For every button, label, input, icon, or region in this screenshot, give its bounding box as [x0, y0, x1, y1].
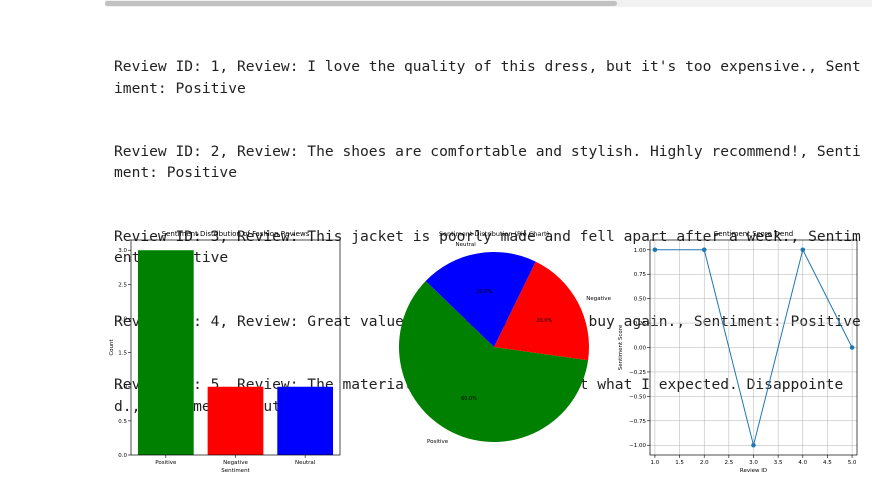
y-tick-label: 0.0: [118, 453, 127, 459]
charts-figure: Sentiment Distribution of Fashion Review…: [109, 230, 858, 474]
y-tick-label: 2.5: [118, 282, 127, 288]
bar-neutral: [277, 386, 334, 455]
pie-pct-label: 60.0%: [461, 396, 477, 402]
x-tick-label: 4.0: [798, 460, 807, 466]
y-tick-label: 0.00: [634, 346, 647, 352]
x-tick-label: 3.5: [774, 460, 783, 466]
y-tick-label: 1.5: [118, 351, 127, 357]
y-tick-label: 0.25: [634, 321, 647, 327]
y-tick-label: −0.25: [629, 370, 646, 376]
bar-y-axis-label: Count: [109, 338, 115, 355]
bar-chart-title: Sentiment Distribution of Fashion Review…: [162, 230, 310, 238]
line-x-axis-label: Review ID: [740, 468, 767, 474]
data-point: [701, 247, 707, 253]
pie-slice-label: Negative: [586, 296, 611, 302]
x-tick-label: 1.5: [675, 460, 684, 466]
x-tick-label: 2.0: [700, 460, 709, 466]
bar-x-axis-label: Sentiment: [221, 468, 250, 474]
y-tick-label: −0.50: [629, 394, 646, 400]
pie-pct-label: 20.0%: [536, 318, 552, 324]
pie-chart-title: Sentiment Distribution (Pie Chart): [439, 230, 549, 238]
y-tick-label: −0.75: [629, 419, 646, 425]
y-tick-label: 2.0: [118, 316, 127, 322]
x-tick-label: Positive: [155, 460, 177, 466]
y-tick-label: 0.50: [634, 297, 647, 303]
data-point: [800, 247, 806, 253]
y-tick-label: 0.5: [118, 419, 127, 425]
line-chart-title: Sentiment Score Trend: [714, 230, 793, 238]
pie-slice-label: Positive: [427, 439, 449, 445]
y-tick-label: 3.0: [118, 248, 127, 254]
x-tick-label: 4.5: [823, 460, 832, 466]
x-tick-label: 3.0: [749, 460, 758, 466]
bar-negative: [207, 386, 264, 455]
data-point: [849, 345, 855, 350]
bar-positive: [137, 250, 194, 455]
pie-slice-label: Neutral: [456, 242, 477, 248]
data-point: [751, 442, 756, 448]
x-tick-label: 5.0: [848, 460, 857, 466]
data-point: [652, 247, 658, 253]
y-tick-label: 1.0: [118, 385, 127, 391]
y-tick-label: 0.75: [634, 272, 647, 278]
line-y-axis-label: Sentiment Score: [618, 324, 624, 370]
x-tick-label: 2.5: [724, 460, 733, 466]
x-tick-label: Neutral: [295, 460, 316, 466]
y-tick-label: 1.00: [634, 248, 647, 254]
y-tick-label: −1.00: [629, 443, 646, 449]
x-tick-label: 1.0: [651, 460, 660, 466]
pie-pct-label: 20.0%: [476, 289, 492, 295]
x-tick-label: Negative: [223, 460, 248, 466]
